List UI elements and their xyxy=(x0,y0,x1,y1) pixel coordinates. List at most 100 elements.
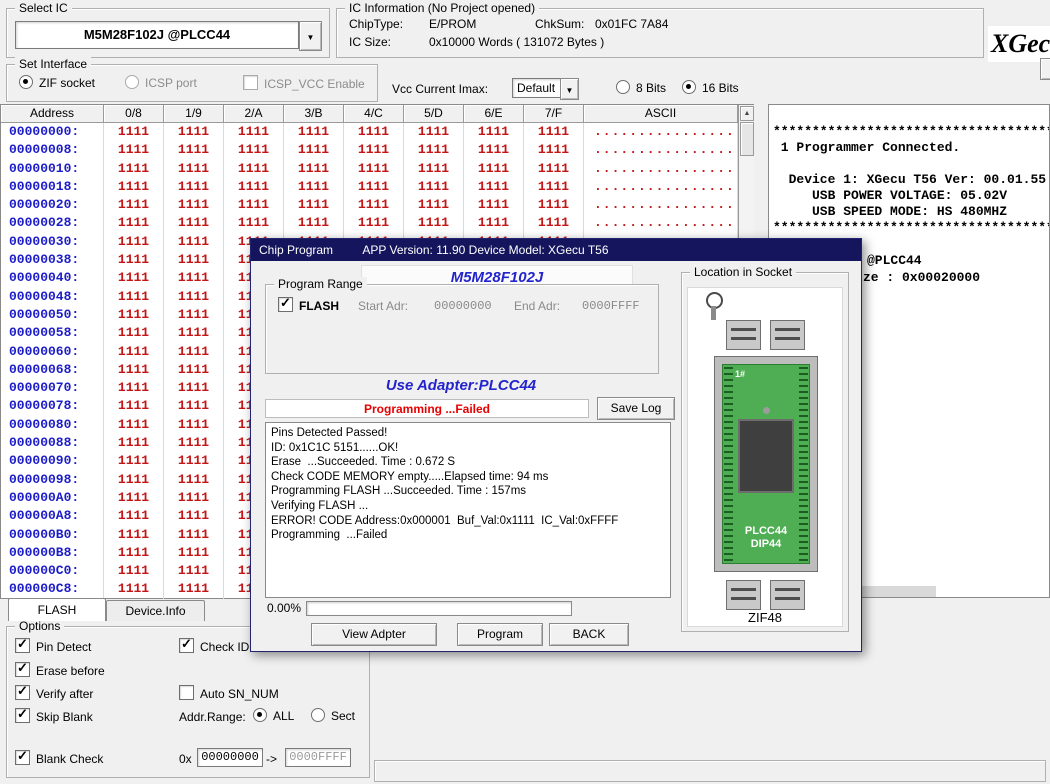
hex-cell[interactable]: 1111 xyxy=(224,141,284,159)
hex-ascii[interactable]: ................ xyxy=(584,160,738,178)
hex-cell[interactable]: 1111 xyxy=(104,452,164,470)
hex-cell[interactable]: 1111 xyxy=(464,178,524,196)
hex-cell[interactable]: 1111 xyxy=(104,379,164,397)
hex-cell[interactable]: 1111 xyxy=(524,178,584,196)
hex-ascii[interactable]: ................ xyxy=(584,214,738,232)
hex-cell[interactable]: 1111 xyxy=(164,562,224,580)
hex-ascii[interactable]: ................ xyxy=(584,178,738,196)
hex-cell[interactable]: 1111 xyxy=(464,141,524,159)
checkbox-check-id[interactable]: Check ID xyxy=(179,638,249,654)
hex-cell[interactable]: 1111 xyxy=(344,196,404,214)
hex-cell[interactable]: 1111 xyxy=(104,269,164,287)
hex-cell[interactable]: 1111 xyxy=(224,178,284,196)
hex-cell[interactable]: 1111 xyxy=(344,160,404,178)
radio-addr-sect[interactable]: Sect xyxy=(311,708,355,723)
hex-cell[interactable]: 1111 xyxy=(164,233,224,251)
hex-cell[interactable]: 1111 xyxy=(404,141,464,159)
hex-cell[interactable]: 1111 xyxy=(524,196,584,214)
hex-cell[interactable]: 1111 xyxy=(104,306,164,324)
hex-cell[interactable]: 1111 xyxy=(104,251,164,269)
view-adapter-button[interactable]: View Adpter xyxy=(311,623,437,646)
dialog-titlebar[interactable]: Chip Program APP Version: 11.90 Device M… xyxy=(251,239,861,261)
hex-cell[interactable]: 1111 xyxy=(104,416,164,434)
hex-cell[interactable]: 1111 xyxy=(524,214,584,232)
hex-cell[interactable]: 1111 xyxy=(164,269,224,287)
hex-cell[interactable]: 1111 xyxy=(164,379,224,397)
hex-cell[interactable]: 1111 xyxy=(164,251,224,269)
hex-cell[interactable]: 1111 xyxy=(464,160,524,178)
save-log-button[interactable]: Save Log xyxy=(597,397,675,420)
vcc-imax-dropdown-button[interactable]: ▼ xyxy=(560,78,579,100)
hex-ascii[interactable]: ................ xyxy=(584,141,738,159)
scroll-up-icon[interactable]: ▲ xyxy=(740,106,754,121)
hex-cell[interactable]: 1111 xyxy=(284,178,344,196)
hex-cell[interactable]: 1111 xyxy=(104,544,164,562)
radio-addr-all[interactable]: ALL xyxy=(253,708,294,723)
hex-cell[interactable]: 1111 xyxy=(164,141,224,159)
hex-cell[interactable]: 1111 xyxy=(164,434,224,452)
scrollbar-thumb[interactable] xyxy=(740,122,754,156)
hex-cell[interactable]: 1111 xyxy=(104,580,164,598)
hex-cell[interactable]: 1111 xyxy=(284,141,344,159)
hex-cell[interactable]: 1111 xyxy=(464,123,524,141)
hex-cell[interactable]: 1111 xyxy=(164,361,224,379)
hex-cell[interactable]: 1111 xyxy=(164,343,224,361)
radio-zif-socket[interactable]: ZIF socket xyxy=(19,75,95,90)
hex-cell[interactable]: 1111 xyxy=(104,562,164,580)
hex-cell[interactable]: 1111 xyxy=(104,489,164,507)
program-button[interactable]: Program xyxy=(457,623,543,646)
hex-cell[interactable]: 1111 xyxy=(164,580,224,598)
hex-cell[interactable]: 1111 xyxy=(104,434,164,452)
hex-cell[interactable]: 1111 xyxy=(464,214,524,232)
hex-cell[interactable]: 1111 xyxy=(104,233,164,251)
hex-cell[interactable]: 1111 xyxy=(224,214,284,232)
ic-select-dropdown-button[interactable]: ▼ xyxy=(299,21,322,51)
hex-cell[interactable]: 1111 xyxy=(164,416,224,434)
radio-8-bits[interactable]: 8 Bits xyxy=(616,80,666,95)
back-button[interactable]: BACK xyxy=(549,623,629,646)
hex-cell[interactable]: 1111 xyxy=(164,507,224,525)
hex-cell[interactable]: 1111 xyxy=(224,123,284,141)
checkbox-auto-sn-num[interactable]: Auto SN_NUM xyxy=(179,685,279,701)
checkbox-skip-blank[interactable]: Skip Blank xyxy=(15,708,93,724)
hex-cell[interactable]: 1111 xyxy=(104,507,164,525)
hex-cell[interactable]: 1111 xyxy=(104,526,164,544)
hex-cell[interactable]: 1111 xyxy=(404,214,464,232)
hex-cell[interactable]: 1111 xyxy=(164,397,224,415)
ic-select-combo[interactable]: M5M28F102J @PLCC44 xyxy=(15,21,299,49)
hex-cell[interactable]: 1111 xyxy=(224,160,284,178)
hex-cell[interactable]: 1111 xyxy=(344,178,404,196)
hex-cell[interactable]: 1111 xyxy=(164,178,224,196)
hex-cell[interactable]: 1111 xyxy=(164,288,224,306)
hex-cell[interactable]: 1111 xyxy=(284,214,344,232)
hex-cell[interactable]: 1111 xyxy=(104,214,164,232)
hex-cell[interactable]: 1111 xyxy=(164,452,224,470)
hex-cell[interactable]: 1111 xyxy=(104,343,164,361)
checkbox-erase-before[interactable]: Erase before xyxy=(15,662,105,678)
hex-cell[interactable]: 1111 xyxy=(344,214,404,232)
checkbox-flash[interactable]: FLASH xyxy=(278,297,339,313)
hex-cell[interactable]: 1111 xyxy=(284,196,344,214)
hex-cell[interactable]: 1111 xyxy=(164,324,224,342)
hex-cell[interactable]: 1111 xyxy=(164,160,224,178)
checkbox-verify-after[interactable]: Verify after xyxy=(15,685,93,701)
checkbox-blank-check[interactable]: Blank Check xyxy=(15,750,103,766)
tab-device-info[interactable]: Device.Info xyxy=(106,600,205,621)
hex-cell[interactable]: 1111 xyxy=(344,123,404,141)
hex-cell[interactable]: 1111 xyxy=(464,196,524,214)
hex-cell[interactable]: 1111 xyxy=(104,160,164,178)
hex-cell[interactable]: 1111 xyxy=(164,196,224,214)
hex-cell[interactable]: 1111 xyxy=(104,324,164,342)
hex-cell[interactable]: 1111 xyxy=(104,123,164,141)
hex-cell[interactable]: 1111 xyxy=(104,471,164,489)
hex-cell[interactable]: 1111 xyxy=(284,123,344,141)
hex-cell[interactable]: 1111 xyxy=(104,397,164,415)
hex-cell[interactable]: 1111 xyxy=(164,544,224,562)
hex-cell[interactable]: 1111 xyxy=(344,141,404,159)
hex-cell[interactable]: 1111 xyxy=(164,471,224,489)
hex-ascii[interactable]: ................ xyxy=(584,196,738,214)
vcc-imax-select[interactable]: Default xyxy=(512,78,566,98)
hex-cell[interactable]: 1111 xyxy=(104,361,164,379)
radio-16-bits[interactable]: 16 Bits xyxy=(682,80,739,95)
hex-cell[interactable]: 1111 xyxy=(164,214,224,232)
